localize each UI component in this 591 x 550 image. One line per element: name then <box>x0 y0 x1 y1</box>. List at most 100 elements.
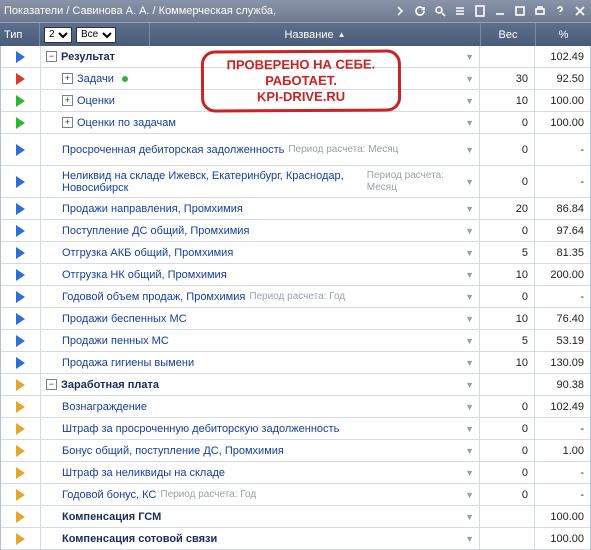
type-cell <box>1 440 41 461</box>
percent-cell: - <box>535 286 590 307</box>
weight-cell <box>480 46 535 67</box>
row-name[interactable]: Годовой бонус, КС <box>62 489 156 501</box>
collapse-icon[interactable]: − <box>46 379 57 390</box>
row-dropdown-icon[interactable]: ▼ <box>465 51 476 63</box>
chevron-right-icon[interactable] <box>393 4 407 18</box>
row-name[interactable]: Компенсация ГСМ <box>62 511 161 523</box>
type-cell <box>1 418 41 439</box>
help-icon[interactable] <box>553 4 567 18</box>
row-name[interactable]: Оценки <box>77 95 115 107</box>
name-cell: Продажи направления, Промхимия ▼ <box>41 198 480 219</box>
percent-cell: 100.00 <box>535 90 590 111</box>
name-cell: Штраф за неликвиды на складе ▼ <box>41 462 480 483</box>
type-cell <box>1 528 41 549</box>
row-name[interactable]: Поступление ДС общий, Промхимия <box>62 225 249 237</box>
row-name[interactable]: Штраф за неликвиды на складе <box>62 467 225 479</box>
row-name[interactable]: Годовой объем продаж, Промхимия <box>62 291 245 303</box>
header-percent[interactable]: % <box>536 23 591 46</box>
collapse-icon[interactable]: − <box>46 51 57 62</box>
percent-cell: 102.49 <box>535 396 590 417</box>
print-icon[interactable] <box>533 4 547 18</box>
header-type[interactable]: Тип <box>0 23 40 46</box>
row-dropdown-icon[interactable]: ▼ <box>465 225 476 237</box>
name-cell: Вознаграждение ▼ <box>41 396 480 417</box>
row-dropdown-icon[interactable]: ▼ <box>465 379 476 391</box>
table-row: +Оценки по задачам▼0100.00 <box>1 112 590 134</box>
row-dropdown-icon[interactable]: ▼ <box>465 117 476 129</box>
row-name[interactable]: Просроченная дебиторская задолженность <box>62 144 284 156</box>
row-dropdown-icon[interactable]: ▼ <box>465 313 476 325</box>
name-cell: + Оценки ▼ <box>41 90 480 111</box>
row-name[interactable]: Отгрузка АКБ общий, Промхимия <box>62 247 233 259</box>
weight-cell: 0 <box>480 286 535 307</box>
row-dropdown-icon[interactable]: ▼ <box>465 357 476 369</box>
search-icon[interactable] <box>433 4 447 18</box>
level-select[interactable]: 2 <box>44 27 72 43</box>
percent-cell: 130.09 <box>535 352 590 373</box>
row-dropdown-icon[interactable]: ▼ <box>465 401 476 413</box>
row-dropdown-icon[interactable]: ▼ <box>465 95 476 107</box>
scope-select[interactable]: Все <box>76 27 116 43</box>
row-dropdown-icon[interactable]: ▼ <box>465 144 476 156</box>
row-meta: Период расчета: Месяц <box>367 170 461 194</box>
row-dropdown-icon[interactable]: ▼ <box>465 269 476 281</box>
row-dropdown-icon[interactable]: ▼ <box>465 489 476 501</box>
page-icon[interactable] <box>473 4 487 18</box>
header-selectors: 2 Все <box>40 23 150 46</box>
row-dropdown-icon[interactable]: ▼ <box>465 423 476 435</box>
weight-cell: 10 <box>480 264 535 285</box>
row-dropdown-icon[interactable]: ▼ <box>465 445 476 457</box>
row-name[interactable]: Продажа гигиены вымени <box>62 357 194 369</box>
row-dropdown-icon[interactable]: ▼ <box>465 291 476 303</box>
table-row: Продажи направления, Промхимия▼2086.84 <box>1 198 590 220</box>
row-name[interactable]: Отгрузка НК общий, Промхимия <box>62 269 227 281</box>
type-cell <box>1 506 41 527</box>
row-name[interactable]: Продажи пенных МС <box>62 335 169 347</box>
row-dropdown-icon[interactable]: ▼ <box>465 467 476 479</box>
row-name[interactable]: Бонус общий, поступление ДС, Промхимия <box>62 445 284 457</box>
weight-cell: 10 <box>480 308 535 329</box>
row-dropdown-icon[interactable]: ▼ <box>465 533 476 545</box>
row-dropdown-icon[interactable]: ▼ <box>465 73 476 85</box>
row-name[interactable]: Вознаграждение <box>62 401 147 413</box>
weight-cell: 0 <box>480 440 535 461</box>
percent-cell: - <box>535 484 590 505</box>
row-dropdown-icon[interactable]: ▼ <box>465 335 476 347</box>
minimize-icon[interactable] <box>493 4 507 18</box>
percent-cell: 90.38 <box>535 374 590 395</box>
expand-icon[interactable]: + <box>62 117 73 128</box>
table-row: Штраф за просроченную дебиторскую задолж… <box>1 418 590 440</box>
type-marker-icon <box>16 511 25 523</box>
row-name[interactable]: Заработная плата <box>61 379 159 391</box>
row-name[interactable]: Продажи беспенных МС <box>62 313 187 325</box>
row-meta: Период расчета: Месяц <box>288 144 398 156</box>
table-row: Отгрузка НК общий, Промхимия▼10200.00 <box>1 264 590 286</box>
row-dropdown-icon[interactable]: ▼ <box>465 247 476 259</box>
expand-icon[interactable]: + <box>62 95 73 106</box>
row-dropdown-icon[interactable]: ▼ <box>465 511 476 523</box>
row-name[interactable]: Продажи направления, Промхимия <box>62 203 243 215</box>
row-name[interactable]: Результат <box>61 51 115 63</box>
close-icon[interactable] <box>573 4 587 18</box>
type-cell <box>1 484 41 505</box>
row-name[interactable]: Оценки по задачам <box>77 117 176 129</box>
name-cell: −Результат ▼ <box>41 46 480 67</box>
type-cell <box>1 286 41 307</box>
type-cell <box>1 68 41 89</box>
type-marker-icon <box>16 357 25 369</box>
header-weight[interactable]: Вес <box>481 23 536 46</box>
refresh-icon[interactable] <box>413 4 427 18</box>
type-cell <box>1 352 41 373</box>
header-name[interactable]: Название ▲ <box>150 23 481 46</box>
percent-cell: - <box>535 462 590 483</box>
row-name[interactable]: Неликвид на складе Ижевск, Екатеринбург,… <box>62 170 363 194</box>
row-dropdown-icon[interactable]: ▼ <box>465 203 476 215</box>
list-icon[interactable] <box>453 4 467 18</box>
row-name[interactable]: Задачи <box>77 73 114 85</box>
row-name[interactable]: Компенсация сотовой связи <box>62 533 217 545</box>
row-name[interactable]: Штраф за просроченную дебиторскую задолж… <box>62 423 339 435</box>
row-dropdown-icon[interactable]: ▼ <box>465 176 476 188</box>
maximize-icon[interactable] <box>513 4 527 18</box>
type-marker-icon <box>16 423 25 435</box>
expand-icon[interactable]: + <box>62 73 73 84</box>
